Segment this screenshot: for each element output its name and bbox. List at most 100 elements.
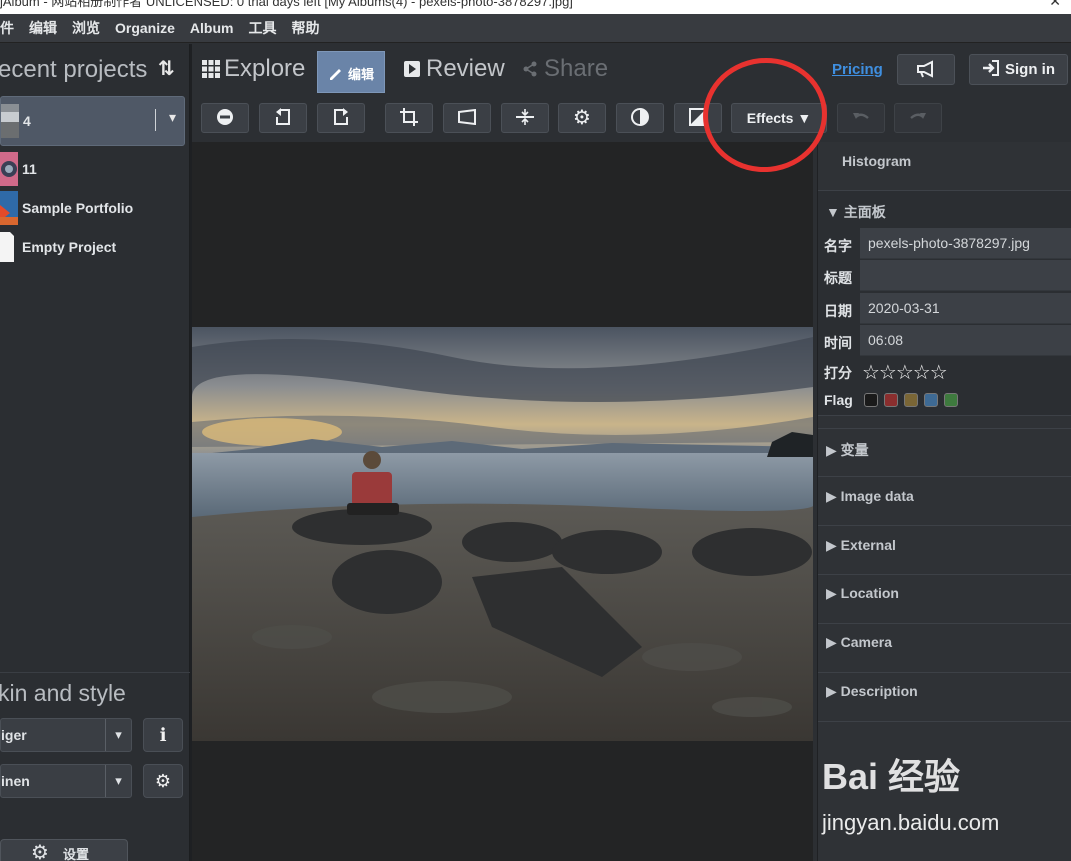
flag-black[interactable] — [864, 393, 878, 407]
flag-green[interactable] — [944, 393, 958, 407]
style-select[interactable]: inen ▾ — [0, 764, 132, 798]
jalbum-window: jAlbum - 网站相册制作者 UNLICENSED: 0 trial day… — [0, 0, 1071, 861]
project-item-4[interactable]: 4 ▾ — [0, 96, 185, 146]
section-variables[interactable]: ▶ 变量 — [818, 428, 1071, 477]
recent-projects-title: ecent projects — [0, 56, 148, 83]
menu-organize[interactable]: Organize — [107, 20, 182, 36]
section-external[interactable]: ▶ External — [818, 526, 1071, 575]
contrast-button[interactable] — [616, 103, 664, 133]
section-image-data-title: ▶ Image data — [826, 488, 914, 504]
gear-icon: ⚙ — [31, 842, 49, 861]
menu-file[interactable]: 件 — [0, 18, 21, 38]
sort-icon[interactable]: ⇅ — [158, 56, 175, 81]
level-icon — [516, 109, 534, 125]
title-bar: jAlbum - 网站相册制作者 UNLICENSED: 0 trial day… — [0, 0, 1071, 14]
rotate-right-button[interactable] — [317, 103, 365, 133]
window-title: jAlbum - 网站相册制作者 UNLICENSED: 0 trial day… — [0, 0, 573, 9]
skin-info-button[interactable]: ℹ — [143, 718, 183, 752]
project-item-11[interactable]: 11 — [0, 150, 185, 188]
sign-in-button[interactable]: Sign in — [969, 54, 1068, 85]
tab-share[interactable]: Share — [522, 52, 608, 86]
flag-red[interactable] — [884, 393, 898, 407]
flag-blue[interactable] — [924, 393, 938, 407]
recent-projects-header: ecent projects ⇅ — [0, 52, 190, 88]
project-label: Sample Portfolio — [22, 200, 134, 216]
rotate-left-icon — [276, 108, 290, 125]
field-title-value[interactable] — [860, 260, 1071, 291]
dropdown-separator — [155, 109, 156, 131]
megaphone-icon — [917, 60, 933, 78]
section-variables-title: ▶ 变量 — [826, 442, 869, 458]
close-icon[interactable]: ✕ — [1049, 0, 1061, 8]
tab-review-label: Review — [426, 55, 505, 82]
chevron-down-icon[interactable]: ▾ — [105, 719, 131, 751]
tab-explore[interactable]: Explore — [202, 52, 305, 86]
flag-yellow[interactable] — [904, 393, 918, 407]
menu-help[interactable]: 帮助 — [283, 18, 326, 38]
project-item-empty-project[interactable]: Empty Project — [0, 228, 185, 266]
project-label: 11 — [22, 161, 37, 177]
menu-edit[interactable]: 编辑 — [21, 18, 64, 38]
menu-album[interactable]: Album — [182, 20, 241, 36]
menu-browse[interactable]: 浏览 — [64, 18, 107, 38]
crop-icon — [400, 108, 418, 126]
straighten-button[interactable] — [443, 103, 491, 133]
field-title: 标题 — [818, 260, 1071, 292]
project-label: Empty Project — [22, 239, 117, 255]
section-main-panel-title[interactable]: ▼ 主面板 — [826, 202, 886, 222]
chevron-down-icon[interactable]: ▾ — [169, 109, 176, 126]
field-name-value[interactable]: pexels-photo-3878297.jpg — [860, 228, 1071, 259]
section-camera-title: ▶ Camera — [826, 634, 893, 650]
section-description[interactable]: ▶ Description — [818, 673, 1071, 722]
section-histogram[interactable]: Histogram — [818, 142, 1071, 191]
announcements-button[interactable] — [897, 54, 955, 85]
section-camera[interactable]: ▶ Camera — [818, 624, 1071, 673]
delete-button[interactable] — [201, 103, 249, 133]
chevron-down-icon[interactable]: ▾ — [105, 765, 131, 797]
rotate-left-button[interactable] — [259, 103, 307, 133]
pricing-link[interactable]: Pricing — [832, 61, 883, 78]
level-button[interactable] — [501, 103, 549, 133]
crop-button[interactable] — [385, 103, 433, 133]
sign-in-icon — [983, 60, 999, 76]
image-viewer[interactable] — [192, 142, 813, 861]
menu-tools[interactable]: 工具 — [240, 18, 283, 38]
menu-bar: 件 编辑 浏览 Organize Album 工具 帮助 — [0, 14, 1071, 43]
settings-button[interactable]: ⚙ 设置 — [0, 839, 128, 861]
skin-select[interactable]: iger ▾ — [0, 718, 132, 752]
section-description-title: ▶ Description — [826, 683, 918, 699]
main-tabs: Explore 编辑 Review Share Pricing Sign in — [192, 44, 1071, 94]
project-thumbnail — [0, 152, 18, 186]
tab-edit[interactable]: 编辑 — [317, 51, 386, 93]
field-date-value[interactable]: 2020-03-31 — [860, 293, 1071, 324]
project-item-sample-portfolio[interactable]: Sample Portfolio — [0, 189, 185, 227]
field-time-value[interactable]: 06:08 — [860, 325, 1071, 356]
section-histogram-title: Histogram — [842, 153, 912, 169]
adjust-settings-button[interactable]: ⚙ — [558, 103, 606, 133]
rating-stars[interactable]: ☆☆☆☆☆ — [862, 360, 948, 385]
style-settings-button[interactable]: ⚙ — [143, 764, 183, 798]
grid-icon — [202, 60, 220, 78]
redo-icon — [910, 113, 926, 119]
flag-label: Flag — [824, 392, 853, 408]
project-label: 4 — [23, 113, 31, 129]
tab-share-label: Share — [544, 55, 609, 82]
photo-preview — [192, 327, 813, 741]
left-panel: ecent projects ⇅ 4 ▾ 11 Sample Portfolio — [0, 44, 190, 861]
section-location[interactable]: ▶ Location — [818, 575, 1071, 624]
section-image-data[interactable]: ▶ Image data — [818, 477, 1071, 526]
document-icon — [0, 232, 14, 262]
share-icon — [523, 61, 537, 77]
skin-and-style-header: kin and style — [0, 680, 126, 706]
undo-button[interactable] — [837, 103, 885, 133]
tab-edit-label: 编辑 — [348, 67, 375, 82]
watermark-logo: Bai 经验 — [822, 756, 961, 797]
project-thumbnail — [1, 104, 19, 138]
baidu-watermark: Bai 经验 jingyan.baidu.com — [822, 748, 1062, 858]
watermark-site: jingyan.baidu.com — [822, 810, 1000, 835]
field-name: 名字 pexels-photo-3878297.jpg — [818, 228, 1071, 260]
info-icon: ℹ — [159, 725, 167, 745]
redo-button[interactable] — [894, 103, 942, 133]
tab-review[interactable]: Review — [404, 52, 505, 86]
perspective-icon — [458, 108, 476, 126]
